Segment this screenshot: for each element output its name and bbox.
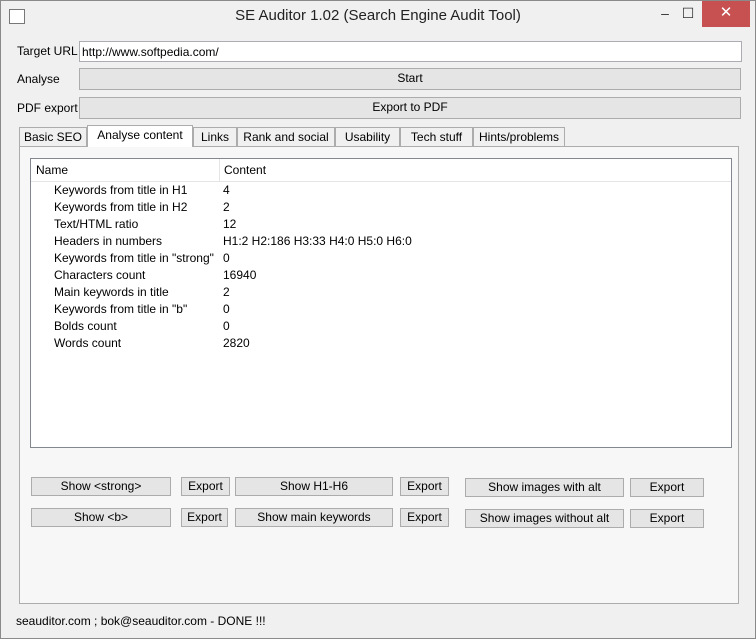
tab-basic-seo[interactable]: Basic SEO — [19, 127, 87, 146]
row-name: Keywords from title in "b" — [54, 302, 188, 316]
show-images-with-alt-button[interactable]: Show images with alt — [465, 478, 624, 497]
table-row[interactable]: Main keywords in title 2 — [31, 284, 731, 301]
row-name: Words count — [54, 336, 122, 350]
row-name: Text/HTML ratio — [54, 217, 139, 231]
analyse-label: Analyse — [17, 72, 60, 86]
minimize-icon[interactable]: – — [654, 1, 676, 27]
pdf-export-label: PDF export — [17, 101, 78, 115]
export-pdf-button[interactable]: Export to PDF — [79, 97, 741, 119]
column-header-content[interactable]: Content — [224, 163, 266, 177]
show-images-without-alt-button[interactable]: Show images without alt — [465, 509, 624, 528]
window-title: SE Auditor 1.02 (Search Engine Audit Too… — [235, 7, 521, 24]
table-row[interactable]: Keywords from title in H1 4 — [31, 182, 731, 199]
export-images-with-alt-button[interactable]: Export — [630, 478, 704, 497]
table-row[interactable]: Keywords from title in H2 2 — [31, 199, 731, 216]
results-table[interactable]: Name Content Keywords from title in H1 4… — [30, 158, 732, 448]
tab-hints-problems[interactable]: Hints/problems — [473, 127, 565, 146]
start-button[interactable]: Start — [79, 68, 741, 90]
tab-usability[interactable]: Usability — [335, 127, 400, 146]
table-row[interactable]: Text/HTML ratio 12 — [31, 216, 731, 233]
table-row[interactable]: Characters count 16940 — [31, 267, 731, 284]
row-value: 0 — [223, 302, 230, 316]
show-h1-h6-button[interactable]: Show H1-H6 — [235, 477, 393, 496]
export-b-button[interactable]: Export — [181, 508, 228, 527]
row-value: 12 — [223, 217, 237, 231]
show-main-keywords-button[interactable]: Show main keywords — [235, 508, 393, 527]
close-icon[interactable]: ✕ — [702, 1, 750, 27]
title-bar[interactable]: SE Auditor 1.02 (Search Engine Audit Too… — [1, 1, 755, 32]
show-strong-button[interactable]: Show <strong> — [31, 477, 171, 496]
row-name: Characters count — [54, 268, 146, 282]
row-name: Keywords from title in H2 — [54, 200, 188, 214]
row-name: Headers in numbers — [54, 234, 163, 248]
table-row[interactable]: Keywords from title in "strong" 0 — [31, 250, 731, 267]
row-name: Main keywords in title — [54, 285, 169, 299]
maximize-icon[interactable]: ☐ — [677, 1, 699, 27]
target-url-label: Target URL — [17, 44, 78, 58]
export-headers-button[interactable]: Export — [400, 477, 449, 496]
tab-analyse-content[interactable]: Analyse content — [87, 125, 193, 147]
column-divider[interactable] — [219, 159, 220, 181]
row-value: 4 — [223, 183, 230, 197]
row-value: 2 — [223, 285, 230, 299]
row-value: 2 — [223, 200, 230, 214]
row-name: Bolds count — [54, 319, 117, 333]
tab-links[interactable]: Links — [193, 127, 237, 146]
export-keywords-button[interactable]: Export — [400, 508, 449, 527]
export-strong-button[interactable]: Export — [181, 477, 230, 496]
table-row[interactable]: Keywords from title in "b" 0 — [31, 301, 731, 318]
export-images-without-alt-button[interactable]: Export — [630, 509, 704, 528]
row-name: Keywords from title in "strong" — [54, 251, 214, 265]
row-value: H1:2 H2:186 H3:33 H4:0 H5:0 H6:0 — [223, 234, 412, 248]
table-row[interactable]: Headers in numbers H1:2 H2:186 H3:33 H4:… — [31, 233, 731, 250]
status-text: seauditor.com ; bok@seauditor.com - DONE… — [16, 614, 266, 628]
row-value: 0 — [223, 251, 230, 265]
row-name: Keywords from title in H1 — [54, 183, 188, 197]
row-value: 16940 — [223, 268, 257, 282]
table-row[interactable]: Words count 2820 — [31, 335, 731, 352]
app-window: SE Auditor 1.02 (Search Engine Audit Too… — [0, 0, 756, 639]
table-row[interactable]: Bolds count 0 — [31, 318, 731, 335]
target-url-input[interactable] — [79, 41, 742, 62]
row-value: 2820 — [223, 336, 250, 350]
tab-tech-stuff[interactable]: Tech stuff — [400, 127, 473, 146]
tab-rank-and-social[interactable]: Rank and social — [237, 127, 335, 146]
column-header-name[interactable]: Name — [36, 163, 68, 177]
table-header: Name Content — [31, 159, 731, 182]
row-value: 0 — [223, 319, 230, 333]
show-b-button[interactable]: Show <b> — [31, 508, 171, 527]
